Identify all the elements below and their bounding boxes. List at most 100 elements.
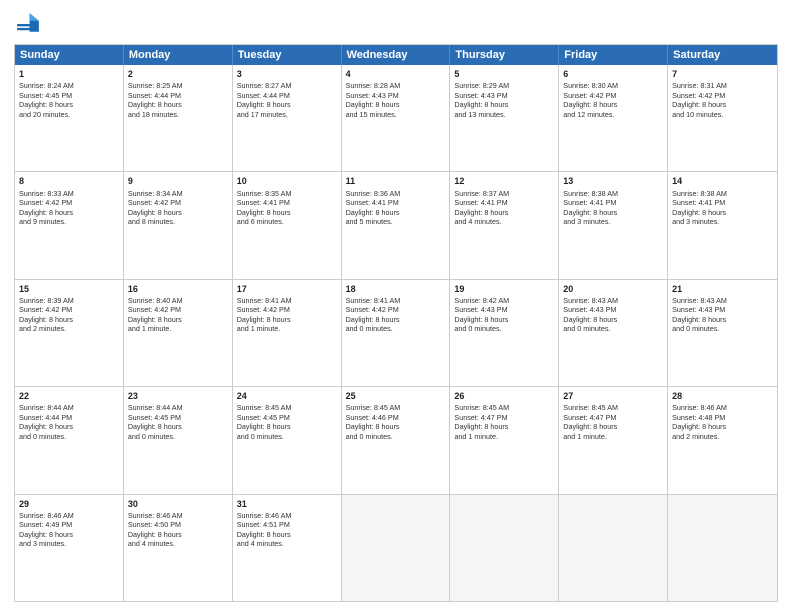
- day-number: 5: [454, 68, 554, 80]
- cell-content: Sunrise: 8:33 AMSunset: 4:42 PMDaylight:…: [19, 189, 119, 227]
- day-number: 17: [237, 283, 337, 295]
- day-cell-5: 5Sunrise: 8:29 AMSunset: 4:43 PMDaylight…: [450, 65, 559, 171]
- day-number: 26: [454, 390, 554, 402]
- day-cell-22: 22Sunrise: 8:44 AMSunset: 4:44 PMDayligh…: [15, 387, 124, 493]
- day-cell-4: 4Sunrise: 8:28 AMSunset: 4:43 PMDaylight…: [342, 65, 451, 171]
- day-cell-29: 29Sunrise: 8:46 AMSunset: 4:49 PMDayligh…: [15, 495, 124, 601]
- cell-content: Sunrise: 8:27 AMSunset: 4:44 PMDaylight:…: [237, 81, 337, 119]
- cell-content: Sunrise: 8:42 AMSunset: 4:43 PMDaylight:…: [454, 296, 554, 334]
- empty-cell: [342, 495, 451, 601]
- cell-content: Sunrise: 8:43 AMSunset: 4:43 PMDaylight:…: [672, 296, 773, 334]
- day-cell-25: 25Sunrise: 8:45 AMSunset: 4:46 PMDayligh…: [342, 387, 451, 493]
- calendar-row-2: 8Sunrise: 8:33 AMSunset: 4:42 PMDaylight…: [15, 171, 777, 278]
- day-cell-30: 30Sunrise: 8:46 AMSunset: 4:50 PMDayligh…: [124, 495, 233, 601]
- cell-content: Sunrise: 8:38 AMSunset: 4:41 PMDaylight:…: [563, 189, 663, 227]
- day-number: 23: [128, 390, 228, 402]
- day-number: 25: [346, 390, 446, 402]
- cell-content: Sunrise: 8:36 AMSunset: 4:41 PMDaylight:…: [346, 189, 446, 227]
- header: [14, 10, 778, 38]
- logo: [14, 10, 46, 38]
- day-number: 6: [563, 68, 663, 80]
- day-cell-3: 3Sunrise: 8:27 AMSunset: 4:44 PMDaylight…: [233, 65, 342, 171]
- calendar-body: 1Sunrise: 8:24 AMSunset: 4:45 PMDaylight…: [15, 65, 777, 601]
- day-cell-14: 14 Sunrise: 8:38 AMSunset: 4:41 PMDayligh…: [668, 172, 777, 278]
- day-number: 14: [672, 175, 773, 187]
- day-cell-1: 1Sunrise: 8:24 AMSunset: 4:45 PMDaylight…: [15, 65, 124, 171]
- day-cell-9: 9 Sunrise: 8:34 AMSunset: 4:42 PMDaylight…: [124, 172, 233, 278]
- day-number: 4: [346, 68, 446, 80]
- day-cell-21: 21Sunrise: 8:43 AMSunset: 4:43 PMDayligh…: [668, 280, 777, 386]
- day-cell-26: 26Sunrise: 8:45 AMSunset: 4:47 PMDayligh…: [450, 387, 559, 493]
- day-cell-31: 31Sunrise: 8:46 AMSunset: 4:51 PMDayligh…: [233, 495, 342, 601]
- cell-content: Sunrise: 8:46 AMSunset: 4:48 PMDaylight:…: [672, 403, 773, 441]
- calendar: SundayMondayTuesdayWednesdayThursdayFrid…: [14, 44, 778, 602]
- day-cell-20: 20Sunrise: 8:43 AMSunset: 4:43 PMDayligh…: [559, 280, 668, 386]
- day-number: 20: [563, 283, 663, 295]
- weekday-header-saturday: Saturday: [668, 45, 777, 65]
- cell-content: Sunrise: 8:25 AMSunset: 4:44 PMDaylight:…: [128, 81, 228, 119]
- day-number: 22: [19, 390, 119, 402]
- calendar-row-5: 29Sunrise: 8:46 AMSunset: 4:49 PMDayligh…: [15, 494, 777, 601]
- cell-content: Sunrise: 8:46 AMSunset: 4:51 PMDaylight:…: [237, 511, 337, 549]
- day-number: 28: [672, 390, 773, 402]
- cell-content: Sunrise: 8:41 AMSunset: 4:42 PMDaylight:…: [237, 296, 337, 334]
- cell-content: Sunrise: 8:45 AMSunset: 4:46 PMDaylight:…: [346, 403, 446, 441]
- empty-cell: [668, 495, 777, 601]
- empty-cell: [559, 495, 668, 601]
- day-cell-16: 16Sunrise: 8:40 AMSunset: 4:42 PMDayligh…: [124, 280, 233, 386]
- calendar-row-4: 22Sunrise: 8:44 AMSunset: 4:44 PMDayligh…: [15, 386, 777, 493]
- day-cell-2: 2Sunrise: 8:25 AMSunset: 4:44 PMDaylight…: [124, 65, 233, 171]
- day-number: 2: [128, 68, 228, 80]
- cell-content: Sunrise: 8:31 AMSunset: 4:42 PMDaylight:…: [672, 81, 773, 119]
- day-cell-11: 11 Sunrise: 8:36 AMSunset: 4:41 PMDayligh…: [342, 172, 451, 278]
- day-number: 3: [237, 68, 337, 80]
- day-cell-7: 7Sunrise: 8:31 AMSunset: 4:42 PMDaylight…: [668, 65, 777, 171]
- day-cell-17: 17Sunrise: 8:41 AMSunset: 4:42 PMDayligh…: [233, 280, 342, 386]
- cell-content: Sunrise: 8:45 AMSunset: 4:47 PMDaylight:…: [454, 403, 554, 441]
- page: SundayMondayTuesdayWednesdayThursdayFrid…: [0, 0, 792, 612]
- cell-content: Sunrise: 8:35 AMSunset: 4:41 PMDaylight:…: [237, 189, 337, 227]
- calendar-header: SundayMondayTuesdayWednesdayThursdayFrid…: [15, 45, 777, 65]
- day-number: 15: [19, 283, 119, 295]
- day-number: 21: [672, 283, 773, 295]
- weekday-header-tuesday: Tuesday: [233, 45, 342, 65]
- weekday-header-monday: Monday: [124, 45, 233, 65]
- cell-content: Sunrise: 8:46 AMSunset: 4:49 PMDaylight:…: [19, 511, 119, 549]
- cell-content: Sunrise: 8:45 AMSunset: 4:47 PMDaylight:…: [563, 403, 663, 441]
- day-cell-18: 18Sunrise: 8:41 AMSunset: 4:42 PMDayligh…: [342, 280, 451, 386]
- day-cell-23: 23Sunrise: 8:44 AMSunset: 4:45 PMDayligh…: [124, 387, 233, 493]
- calendar-row-1: 1Sunrise: 8:24 AMSunset: 4:45 PMDaylight…: [15, 65, 777, 171]
- day-number: 30: [128, 498, 228, 510]
- day-cell-15: 15Sunrise: 8:39 AMSunset: 4:42 PMDayligh…: [15, 280, 124, 386]
- cell-content: Sunrise: 8:40 AMSunset: 4:42 PMDaylight:…: [128, 296, 228, 334]
- cell-content: Sunrise: 8:44 AMSunset: 4:44 PMDaylight:…: [19, 403, 119, 441]
- day-cell-13: 13 Sunrise: 8:38 AMSunset: 4:41 PMDayligh…: [559, 172, 668, 278]
- cell-content: Sunrise: 8:29 AMSunset: 4:43 PMDaylight:…: [454, 81, 554, 119]
- weekday-header-friday: Friday: [559, 45, 668, 65]
- cell-content: Sunrise: 8:28 AMSunset: 4:43 PMDaylight:…: [346, 81, 446, 119]
- cell-content: Sunrise: 8:24 AMSunset: 4:45 PMDaylight:…: [19, 81, 119, 119]
- day-number: 18: [346, 283, 446, 295]
- logo-icon: [14, 10, 42, 38]
- day-number: 7: [672, 68, 773, 80]
- cell-content: Sunrise: 8:45 AMSunset: 4:45 PMDaylight:…: [237, 403, 337, 441]
- cell-content: Sunrise: 8:38 AMSunset: 4:41 PMDaylight:…: [672, 189, 773, 227]
- day-cell-24: 24Sunrise: 8:45 AMSunset: 4:45 PMDayligh…: [233, 387, 342, 493]
- day-number: 31: [237, 498, 337, 510]
- cell-content: Sunrise: 8:34 AMSunset: 4:42 PMDaylight:…: [128, 189, 228, 227]
- cell-content: Sunrise: 8:37 AMSunset: 4:41 PMDaylight:…: [454, 189, 554, 227]
- day-number: 1: [19, 68, 119, 80]
- day-cell-27: 27Sunrise: 8:45 AMSunset: 4:47 PMDayligh…: [559, 387, 668, 493]
- weekday-header-wednesday: Wednesday: [342, 45, 451, 65]
- weekday-header-thursday: Thursday: [450, 45, 559, 65]
- day-number: 9: [128, 175, 228, 187]
- day-cell-12: 12Sunrise: 8:37 AMSunset: 4:41 PMDayligh…: [450, 172, 559, 278]
- day-number: 13: [563, 175, 663, 187]
- cell-content: Sunrise: 8:43 AMSunset: 4:43 PMDaylight:…: [563, 296, 663, 334]
- weekday-header-sunday: Sunday: [15, 45, 124, 65]
- day-number: 11: [346, 175, 446, 187]
- cell-content: Sunrise: 8:46 AMSunset: 4:50 PMDaylight:…: [128, 511, 228, 549]
- day-cell-8: 8Sunrise: 8:33 AMSunset: 4:42 PMDaylight…: [15, 172, 124, 278]
- day-number: 10: [237, 175, 337, 187]
- day-cell-6: 6Sunrise: 8:30 AMSunset: 4:42 PMDaylight…: [559, 65, 668, 171]
